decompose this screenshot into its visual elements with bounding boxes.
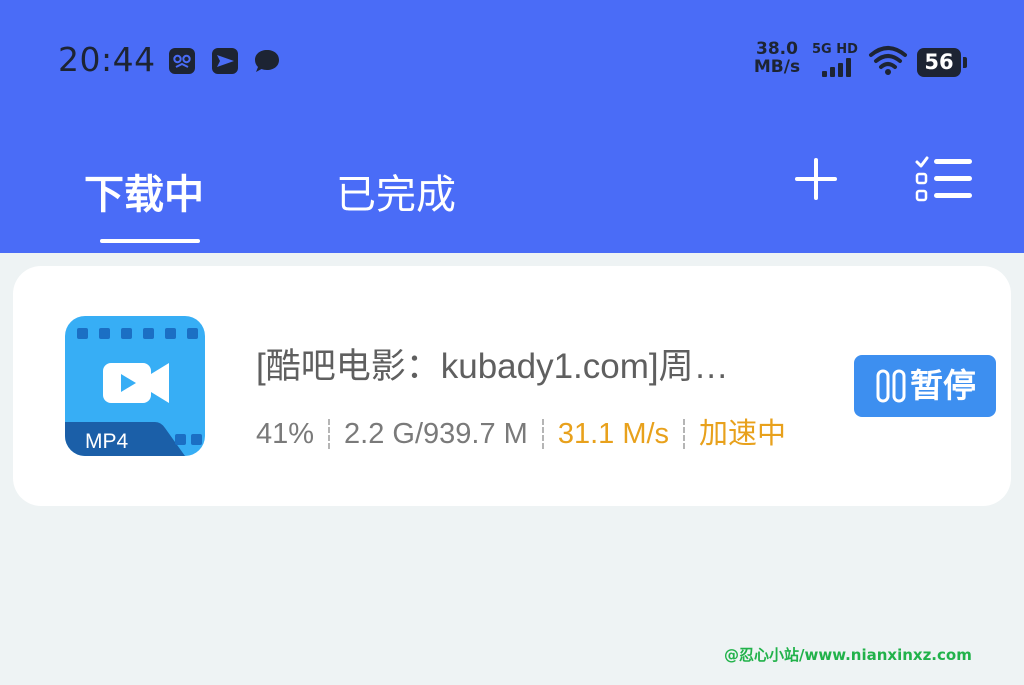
download-size: 2.2 G/939.7 M: [344, 418, 528, 450]
pause-button[interactable]: 暂停: [854, 355, 996, 417]
app-header: 20:44 38.0 MB/s 5G HD 56 下载中 已完成: [0, 0, 1024, 253]
download-status: 加速中: [699, 418, 787, 450]
tab-completed[interactable]: 已完成: [336, 162, 456, 220]
meta-divider: [541, 419, 544, 449]
status-time: 20:44: [58, 40, 156, 79]
meta-divider: [683, 419, 686, 449]
checklist-menu-icon[interactable]: [914, 154, 974, 204]
signal-label: 5G HD: [812, 42, 858, 57]
signal-bars-icon: [822, 58, 851, 77]
chat-bubble-icon: [255, 50, 279, 72]
watermark: @忍心小站/www.nianxinxz.com: [724, 646, 972, 664]
cellular-signal: 5G HD: [812, 42, 860, 78]
download-speed: 31.1 M/s: [557, 418, 670, 450]
download-meta: 41% 2.2 G/939.7 M 31.1 M/s 加速中: [256, 410, 786, 452]
pause-icon: [876, 369, 906, 403]
meta-divider: [328, 419, 331, 449]
network-speed-value: 38.0: [756, 39, 798, 59]
mp4-video-file-icon: MP4: [65, 316, 205, 456]
download-title: [酷吧电影：kubady1.com]周…: [256, 347, 729, 386]
download-progress: 41%: [256, 418, 315, 450]
wifi-icon: [869, 46, 907, 75]
robot-app-icon: [169, 48, 195, 74]
paper-plane-app-icon: [212, 48, 238, 74]
tab-downloading[interactable]: 下载中: [84, 162, 204, 220]
file-type-label: MP4: [85, 430, 129, 453]
active-tab-indicator: [100, 239, 200, 243]
pause-button-label: 暂停: [910, 366, 976, 405]
battery-level: 56: [917, 48, 967, 77]
network-speed-unit: MB/s: [753, 57, 801, 77]
network-speed: 38.0 MB/s: [752, 40, 802, 76]
plus-icon[interactable]: [793, 156, 839, 202]
download-item-card[interactable]: MP4 [酷吧电影：kubady1.com]周… 41% 2.2 G/939.7 …: [13, 266, 1011, 506]
